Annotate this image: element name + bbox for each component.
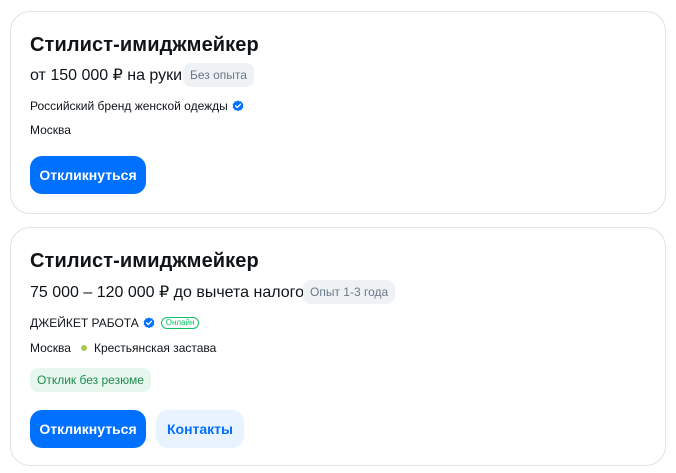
- no-resume-badge: Отклик без резюме: [30, 368, 151, 392]
- company-name[interactable]: Российский бренд женской одежды: [30, 99, 228, 113]
- experience-badge: Без опыта: [183, 63, 254, 87]
- respond-button[interactable]: Откликнуться: [30, 156, 146, 194]
- location-row: Москва Крестьянская застава: [30, 341, 216, 355]
- verified-icon: [232, 100, 244, 112]
- location-row: Москва: [30, 123, 71, 137]
- city: Москва: [30, 123, 71, 137]
- respond-button[interactable]: Откликнуться: [30, 410, 146, 448]
- metro-line-icon: [80, 345, 87, 351]
- metro-station: Крестьянская застава: [93, 341, 217, 355]
- experience-badge: Опыт 1-3 года: [303, 280, 396, 304]
- salary: 75 000 – 120 000 ₽ до вычета налогов: [30, 284, 313, 301]
- verified-icon: [143, 317, 155, 329]
- city: Москва: [30, 341, 71, 355]
- company-row: ДЖЕЙКЕТ РАБОТА Онлайн: [30, 316, 200, 330]
- vacancy-card[interactable]: Стилист-имиджмейкер от 150 000 ₽ на руки…: [10, 11, 666, 214]
- vacancy-title[interactable]: Стилист-имиджмейкер: [30, 34, 259, 57]
- salary: от 150 000 ₽ на руки: [30, 67, 183, 84]
- company-row: Российский бренд женской одежды: [30, 99, 244, 113]
- vacancy-title[interactable]: Стилист-имиджмейкер: [30, 250, 259, 273]
- company-name[interactable]: ДЖЕЙКЕТ РАБОТА: [30, 316, 139, 330]
- contacts-button[interactable]: Контакты: [156, 410, 244, 448]
- vacancy-card[interactable]: Стилист-имиджмейкер 75 000 – 120 000 ₽ д…: [10, 227, 666, 466]
- online-badge: Онлайн: [160, 317, 200, 329]
